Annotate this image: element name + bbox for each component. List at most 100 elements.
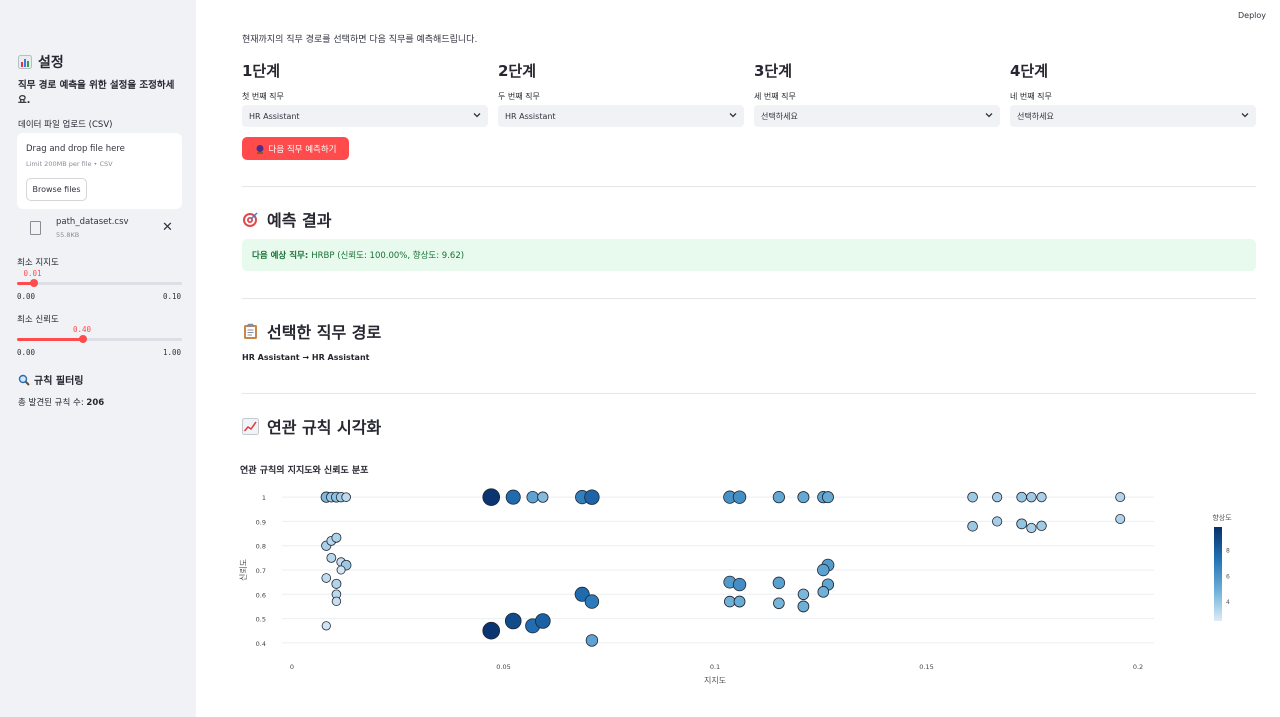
trend-chart-icon bbox=[242, 417, 259, 435]
scatter-point bbox=[331, 578, 342, 589]
scatter-point bbox=[1026, 491, 1037, 503]
chevron-down-icon bbox=[473, 113, 481, 118]
remove-file-icon[interactable]: ✕ bbox=[162, 220, 173, 235]
scatter-chart: 연관 규칙의 지지도와 신뢰도 분포 0.4 0.5 0.6 0.7 0.8 0.9 1 0 0.… bbox=[236, 455, 1266, 695]
rule-count: 총 발견된 규칙 수: 206 bbox=[18, 396, 104, 408]
rule-count-label: 총 발견된 규칙 수: bbox=[18, 398, 84, 408]
scatter-point bbox=[321, 621, 331, 631]
clipboard-icon bbox=[244, 323, 257, 339]
scatter-point bbox=[336, 565, 346, 575]
x-axis-label: 지지도 bbox=[704, 676, 726, 685]
sidebar: 설정 직무 경로 예측을 위한 설정을 조정하세요. 데이터 파일 업로드 (C… bbox=[0, 0, 196, 717]
selected-path: HR Assistant → HR Assistant bbox=[242, 353, 370, 362]
step-2: 2단계 두 번째 직무 HR Assistant bbox=[498, 60, 744, 127]
min-confidence-thumb[interactable] bbox=[79, 335, 87, 343]
divider bbox=[242, 186, 1256, 187]
chevron-down-icon bbox=[1241, 113, 1249, 118]
step-4-select[interactable]: 선택하세요 bbox=[1010, 105, 1256, 127]
viz-heading: 연관 규칙 시각화 bbox=[242, 414, 381, 438]
step-2-select[interactable]: HR Assistant bbox=[498, 105, 744, 127]
rule-count-value: 206 bbox=[86, 398, 105, 408]
result-heading-text: 예측 결과 bbox=[267, 211, 332, 230]
magnifier-icon bbox=[18, 374, 30, 386]
y-tick-label: 0.9 bbox=[256, 518, 266, 526]
browse-files-button[interactable]: Browse files bbox=[26, 178, 87, 201]
scatter-point bbox=[1036, 520, 1047, 532]
min-support-thumb[interactable] bbox=[29, 279, 38, 287]
min-confidence-label: 최소 신뢰도 bbox=[17, 315, 59, 325]
min-confidence-min: 0.00 bbox=[17, 348, 36, 357]
scatter-point bbox=[537, 491, 549, 503]
scatter-point bbox=[1016, 491, 1027, 503]
min-confidence-max: 1.00 bbox=[163, 348, 182, 357]
y-axis-label: 신뢰도 bbox=[239, 559, 248, 581]
step-1-label: 첫 번째 직무 bbox=[242, 92, 284, 101]
scatter-point bbox=[817, 563, 830, 577]
divider bbox=[242, 393, 1256, 394]
min-support-slider[interactable] bbox=[17, 279, 182, 287]
scatter-point bbox=[732, 490, 747, 504]
deploy-button[interactable]: Deploy bbox=[1238, 11, 1266, 20]
step-1-select[interactable]: HR Assistant bbox=[242, 105, 488, 127]
step-3-label: 세 번째 직무 bbox=[754, 92, 796, 101]
min-confidence-value: 0.40 bbox=[73, 325, 92, 334]
scatter-point bbox=[331, 596, 342, 607]
y-tick-label: 0.4 bbox=[256, 640, 266, 648]
step-3: 3단계 세 번째 직무 선택하세요 bbox=[754, 60, 1000, 127]
file-dropzone[interactable]: Drag and drop file here Limit 200MB per … bbox=[17, 133, 182, 209]
dropzone-limit: Limit 200MB per file • CSV bbox=[26, 160, 113, 168]
predict-button-label: 다음 직무 예측하기 bbox=[268, 144, 337, 155]
file-name: path_dataset.csv bbox=[56, 217, 129, 227]
scatter-point bbox=[772, 491, 785, 504]
min-confidence-slider[interactable] bbox=[17, 335, 182, 343]
scatter-point bbox=[797, 491, 810, 504]
min-support-label: 최소 지지도 bbox=[17, 258, 59, 268]
bar-chart-icon bbox=[18, 55, 32, 69]
scatter-point bbox=[505, 489, 521, 505]
uploaded-file: path_dataset.csv 55.8KB ✕ bbox=[30, 216, 180, 242]
colorbar-tick-label: 4 bbox=[1226, 599, 1230, 606]
upload-label: 데이터 파일 업로드 (CSV) bbox=[18, 120, 113, 130]
result-heading: 예측 결과 bbox=[242, 207, 331, 231]
step-3-select[interactable]: 선택하세요 bbox=[754, 105, 1000, 127]
scatter-point bbox=[724, 595, 736, 608]
scatter-point bbox=[321, 573, 332, 583]
scatter-point bbox=[992, 516, 1003, 527]
scatter-point bbox=[584, 594, 600, 609]
chart-title: 연관 규칙의 지지도와 신뢰도 분포 bbox=[240, 464, 369, 476]
scatter-point bbox=[585, 634, 599, 647]
y-tick-label: 1 bbox=[262, 494, 266, 502]
colorbar bbox=[1214, 527, 1222, 621]
scatter-point bbox=[526, 490, 539, 504]
predict-button[interactable]: 다음 직무 예측하기 bbox=[242, 137, 349, 160]
sidebar-title: 설정 bbox=[18, 52, 64, 72]
scatter-point bbox=[584, 489, 600, 505]
step-4: 4단계 네 번째 직무 선택하세요 bbox=[1010, 60, 1256, 127]
step-4-heading: 4단계 bbox=[1010, 62, 1049, 80]
x-tick-label: 0.2 bbox=[1133, 663, 1143, 671]
scatter-point bbox=[772, 576, 786, 590]
scatter-chart-svg: 연관 규칙의 지지도와 신뢰도 분포 0.4 0.5 0.6 0.7 0.8 0.9 1 0 0.… bbox=[239, 464, 1232, 685]
file-icon bbox=[30, 221, 41, 235]
result-text: HRBP (신뢰도: 100.00%, 향상도: 9.62) bbox=[311, 251, 465, 261]
colorbar-title: 향상도 bbox=[1212, 513, 1232, 522]
x-tick-label: 0.05 bbox=[496, 663, 510, 671]
scatter-point bbox=[821, 491, 834, 504]
x-tick-label: 0 bbox=[290, 663, 294, 671]
target-icon bbox=[243, 211, 258, 227]
scatter-point bbox=[733, 595, 746, 608]
filter-title-text: 규칙 필터링 bbox=[34, 376, 84, 387]
scatter-point bbox=[1036, 492, 1047, 503]
scatter-point bbox=[967, 520, 978, 532]
scatter-point bbox=[992, 492, 1003, 503]
min-support-min: 0.00 bbox=[17, 292, 36, 301]
min-support-value: 0.01 bbox=[23, 269, 42, 278]
scatter-point bbox=[773, 597, 785, 610]
divider bbox=[242, 298, 1256, 299]
scatter-point bbox=[326, 552, 337, 563]
min-confidence-fill bbox=[17, 338, 83, 341]
sidebar-title-text: 설정 bbox=[38, 55, 64, 71]
scatter-point bbox=[535, 613, 551, 629]
result-label: 다음 예상 직무: bbox=[252, 251, 309, 261]
crystal-ball-icon bbox=[256, 144, 264, 154]
